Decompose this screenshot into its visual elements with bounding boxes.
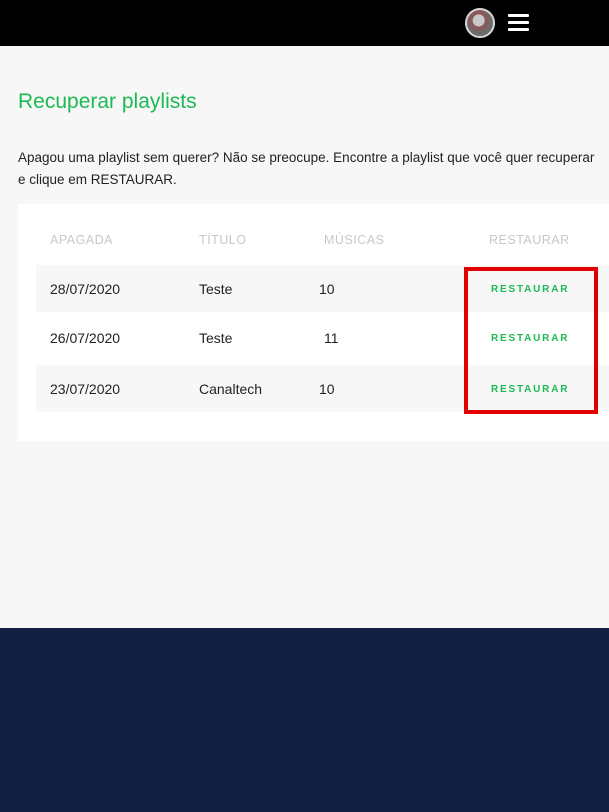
song-count: 11 (324, 330, 339, 346)
user-avatar[interactable] (465, 8, 495, 38)
deleted-date: 26/07/2020 (50, 330, 121, 346)
deleted-date: 23/07/2020 (50, 381, 121, 397)
column-header-title: TÍTULO (199, 233, 247, 247)
playlist-title: Teste (199, 330, 233, 346)
highlight-annotation-box (464, 267, 598, 414)
top-bar (0, 0, 609, 46)
menu-line (508, 14, 529, 17)
menu-line (508, 21, 529, 24)
column-header-songs: MÚSICAS (324, 233, 385, 247)
deleted-date: 28/07/2020 (50, 281, 121, 297)
menu-line (508, 28, 529, 31)
footer (0, 628, 609, 812)
hamburger-menu-icon[interactable] (508, 14, 529, 31)
song-count: 10 (319, 381, 335, 397)
column-header-restore: RESTAURAR (489, 233, 570, 247)
column-header-date: APAGADA (50, 233, 114, 247)
page-title: Recuperar playlists (18, 90, 197, 113)
song-count: 10 (319, 281, 335, 297)
page-description: Apagou uma playlist sem querer? Não se p… (18, 150, 595, 187)
playlist-title: Canaltech (199, 381, 263, 397)
playlist-title: Teste (199, 281, 233, 297)
